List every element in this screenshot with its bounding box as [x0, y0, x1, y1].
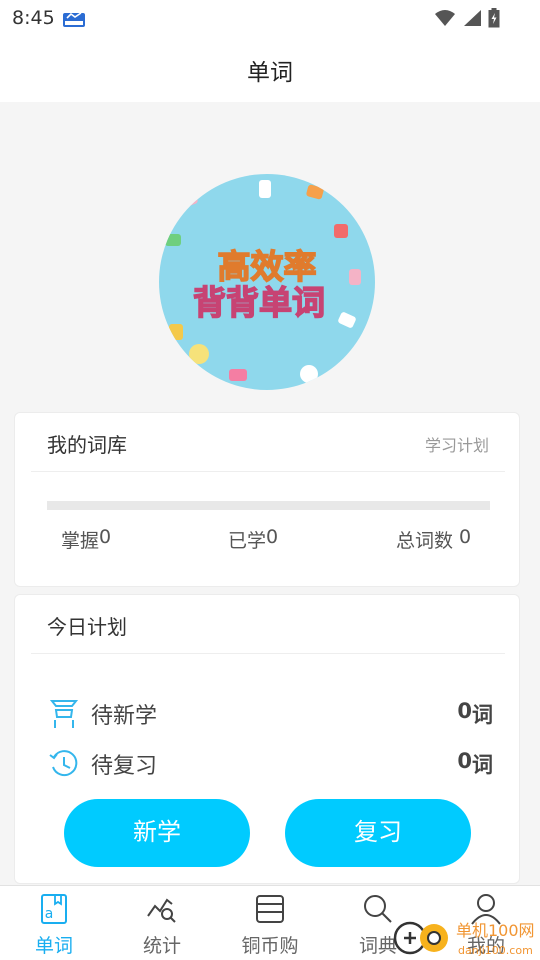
stats-chart-icon [147, 898, 176, 923]
watermark-text: 单机100网 [456, 921, 535, 940]
review-words-value: 0 [457, 749, 472, 773]
learned-value: 0 [266, 526, 279, 548]
total-value: 0 [459, 526, 472, 548]
card-icon [256, 895, 284, 923]
system-icons [434, 8, 500, 28]
review-button[interactable]: 复习 [285, 799, 471, 867]
banner-line2: 背背单词 [193, 283, 325, 322]
tab-words-label: 单词 [34, 935, 73, 957]
today-plan-card: 今日计划 待新学 0词 待复习 0词 新学 复习 [14, 594, 520, 884]
tab-coin-shop[interactable]: 铜币购 [216, 886, 324, 960]
today-plan-title: 今日计划 [47, 615, 127, 639]
review-words-count: 0词 [457, 749, 493, 779]
status-bar: 8:45 [0, 0, 540, 36]
review-words-row: 待复习 0词 [47, 746, 493, 782]
vocab-progress-bar [47, 501, 490, 510]
learned-label: 已学 [228, 530, 267, 552]
divider [31, 653, 505, 654]
total-stat: 总词数 0 [396, 526, 471, 553]
signal-icon [464, 10, 481, 26]
review-words-label: 待复习 [91, 754, 158, 779]
mastered-value: 0 [99, 526, 112, 548]
learned-stat: 已学 0 [228, 526, 278, 553]
new-words-icon [49, 700, 79, 728]
tab-coin-shop-label: 铜币购 [241, 935, 299, 957]
vocab-card-title: 我的词库 [47, 433, 127, 457]
watermark-sub: danji100.com [458, 944, 533, 957]
vocab-card: 我的词库 学习计划 掌握 0 已学 0 总词数 0 [14, 412, 520, 587]
wifi-icon [435, 10, 455, 26]
tab-words[interactable]: a 单词 [0, 886, 108, 960]
new-words-row: 待新学 0词 [47, 696, 493, 732]
status-time: 8:45 [12, 7, 55, 29]
search-icon [364, 895, 392, 923]
divider [31, 471, 505, 472]
review-words-unit: 词 [472, 753, 493, 777]
watermark-logo: 单机100网 danji100.com [393, 921, 535, 957]
tab-stats[interactable]: 统计 [108, 886, 216, 960]
total-label: 总词数 [396, 530, 460, 552]
learn-new-button[interactable]: 新学 [64, 799, 250, 867]
page-title: 单词 [247, 60, 293, 86]
tab-stats-label: 统计 [142, 935, 181, 957]
new-words-unit: 词 [472, 703, 493, 727]
word-book-icon: a [41, 894, 67, 924]
history-clock-icon [49, 750, 78, 777]
app-notification-icon [63, 12, 85, 27]
new-words-label: 待新学 [91, 704, 158, 729]
new-words-count: 0词 [457, 699, 493, 729]
battery-icon [488, 8, 500, 28]
mastered-label: 掌握 [61, 530, 100, 552]
svg-text:a: a [45, 906, 54, 922]
new-words-value: 0 [457, 699, 472, 723]
banner-image: 高效率 背背单词 [159, 174, 375, 390]
mastered-stat: 掌握 0 [61, 526, 111, 553]
banner-line1: 高效率 [218, 247, 317, 286]
study-plan-link[interactable]: 学习计划 [425, 432, 489, 456]
title-bar: 单词 [0, 36, 540, 102]
